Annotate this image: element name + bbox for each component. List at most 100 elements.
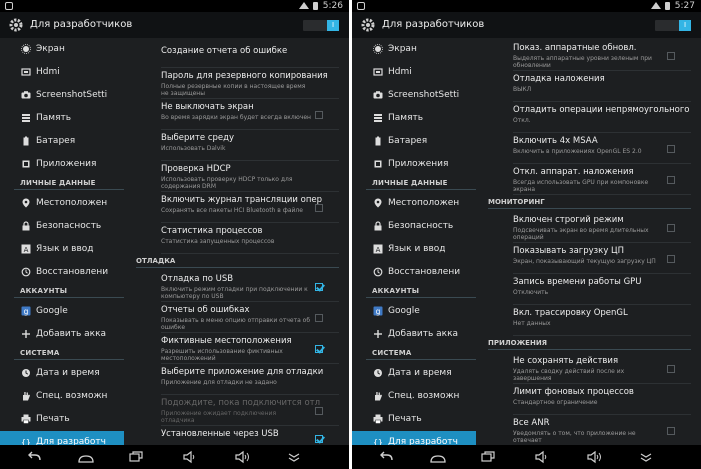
- sidebar-item-battery[interactable]: Батарея: [0, 130, 124, 153]
- recents-icon[interactable]: [128, 450, 144, 464]
- preference-item[interactable]: Пароль для резервного копирования Полные …: [161, 71, 339, 97]
- preference-checkbox[interactable]: [667, 224, 675, 232]
- camera-icon: [373, 91, 383, 99]
- back-icon[interactable]: [26, 450, 42, 464]
- preference-item[interactable]: Включить 4x MSAA Включить в приложениях O…: [513, 136, 691, 155]
- preference-item[interactable]: Все ANR Уведомлять о том, что приложение …: [513, 418, 691, 444]
- preference-item[interactable]: Включить журнал трансляции опер Сохранять…: [161, 195, 339, 214]
- sidebar-item-storage[interactable]: Память: [352, 107, 476, 130]
- preference-item[interactable]: Отчеты об ошибках Показывать в меню опцию…: [161, 305, 339, 331]
- sidebar-item-plus[interactable]: Добавить акка: [0, 323, 124, 346]
- preference-item[interactable]: Подождите, пока подключится отл Приложени…: [161, 398, 339, 424]
- sidebar-item-label: Память: [388, 113, 424, 123]
- restore-icon: [21, 267, 31, 277]
- sidebar-item-language[interactable]: A Язык и ввод: [352, 238, 476, 261]
- preference-checkbox[interactable]: [315, 111, 323, 119]
- preference-item[interactable]: Вкл. трассировку OpenGL Нет данных: [513, 308, 691, 327]
- sidebar-item-battery[interactable]: Батарея: [352, 130, 476, 153]
- home-icon[interactable]: [78, 450, 94, 464]
- sidebar-item-apps[interactable]: Приложения: [352, 153, 476, 176]
- preference-item[interactable]: Установленные через USB: [161, 429, 339, 440]
- chevron-down-icon[interactable]: [286, 450, 302, 464]
- developer-options-toggle[interactable]: I: [655, 20, 691, 31]
- volume-up-icon[interactable]: [234, 450, 250, 464]
- preference-item[interactable]: Отладка наложения ВЫКЛ: [513, 74, 691, 93]
- preference-divider: [513, 132, 691, 133]
- sidebar-item-language[interactable]: A Язык и ввод: [0, 238, 124, 261]
- sidebar-item-restore[interactable]: Восстановлени: [0, 261, 124, 284]
- preference-checkbox[interactable]: [667, 365, 675, 373]
- preference-item[interactable]: Включен строгий режим Подсвечивать экран …: [513, 215, 691, 241]
- recents-icon[interactable]: [480, 450, 496, 464]
- sidebar-item-camera[interactable]: ScreenshotSetti: [352, 84, 476, 107]
- preference-item[interactable]: Не сохранять действия Удалять сводку дейс…: [513, 356, 691, 382]
- preference-item[interactable]: Фиктивные местоположения Разрешить исполь…: [161, 336, 339, 362]
- sidebar-item-camera[interactable]: ScreenshotSetti: [0, 84, 124, 107]
- preference-divider: [513, 304, 691, 305]
- sidebar-item-print[interactable]: Печать: [0, 408, 124, 431]
- home-icon[interactable]: [430, 450, 446, 464]
- developer-options-toggle[interactable]: I: [303, 20, 339, 31]
- sidebar-item-lock[interactable]: Безопасность: [0, 215, 124, 238]
- preference-divider: [161, 129, 339, 130]
- preference-item[interactable]: Отладить операции непрямоугольного усе От…: [513, 105, 691, 124]
- sidebar-item-code[interactable]: {} Для разработч: [352, 431, 476, 445]
- sidebar-item-lock[interactable]: Безопасность: [352, 215, 476, 238]
- preference-checkbox[interactable]: [315, 204, 323, 212]
- sidebar-item-clock[interactable]: Дата и время: [0, 362, 124, 385]
- back-icon[interactable]: [378, 450, 394, 464]
- sidebar-item-label: ScreenshotSetti: [36, 90, 108, 100]
- sidebar-item-storage[interactable]: Память: [0, 107, 124, 130]
- preference-item[interactable]: Отладка по USB Включить режим отладки при…: [161, 274, 339, 300]
- sidebar-item-code[interactable]: {} Для разработч: [0, 431, 124, 445]
- sidebar-item-brightness[interactable]: Экран: [352, 38, 476, 61]
- apps-icon: [22, 160, 30, 168]
- sidebar-item-location[interactable]: Местоположен: [0, 192, 124, 215]
- sidebar-item-plus[interactable]: Добавить акка: [352, 323, 476, 346]
- sidebar-item-apps[interactable]: Приложения: [0, 153, 124, 176]
- preference-item[interactable]: Проверка HDCP Использовать проверку HDCP …: [161, 164, 339, 190]
- sidebar-item-restore[interactable]: Восстановлени: [352, 261, 476, 284]
- preference-checkbox[interactable]: [315, 407, 323, 415]
- preference-item[interactable]: Запись времени работы GPU Отключить: [513, 277, 691, 296]
- preference-checkbox[interactable]: [315, 345, 323, 353]
- sidebar-item-label: Добавить акка: [36, 329, 107, 339]
- preference-item[interactable]: Выберите среду Использовать Dalvik: [161, 133, 339, 152]
- sidebar-item-print[interactable]: Печать: [352, 408, 476, 431]
- preference-item[interactable]: Лимит фоновых процессов Стандартное огран…: [513, 387, 691, 406]
- storage-icon: [22, 114, 30, 122]
- preference-checkbox[interactable]: [315, 283, 323, 291]
- volume-down-icon[interactable]: [534, 450, 550, 464]
- chevron-down-icon[interactable]: [638, 450, 654, 464]
- sidebar-item-google[interactable]: g Google: [0, 300, 124, 323]
- sidebar-item-google[interactable]: g Google: [352, 300, 476, 323]
- developer-options-list: Показ. аппаратные обновл. Выделять аппара…: [476, 38, 701, 445]
- sidebar-item-label: Для разработч: [36, 437, 106, 445]
- sidebar-item-hdmi[interactable]: Hdmi: [352, 61, 476, 84]
- sidebar-item-hand[interactable]: Спец. возможн: [352, 385, 476, 408]
- preference-checkbox[interactable]: [315, 435, 323, 443]
- preference-summary: Стандартное ограничение: [513, 399, 598, 406]
- preference-checkbox[interactable]: [667, 427, 675, 435]
- preference-item[interactable]: Создание отчета об ошибке: [161, 46, 339, 57]
- preference-item[interactable]: Выберите приложение для отладки Приложени…: [161, 367, 339, 386]
- section-divider: [366, 359, 476, 360]
- sidebar-item-brightness[interactable]: Экран: [0, 38, 124, 61]
- preference-checkbox[interactable]: [667, 145, 675, 153]
- preference-item[interactable]: Откл. аппарат. наложения Всегда использов…: [513, 167, 691, 193]
- preference-checkbox[interactable]: [667, 255, 675, 263]
- preference-checkbox[interactable]: [315, 314, 323, 322]
- sidebar-item-hdmi[interactable]: Hdmi: [0, 61, 124, 84]
- volume-up-icon[interactable]: [586, 450, 602, 464]
- preference-item[interactable]: Показ. аппаратные обновл. Выделять аппара…: [513, 43, 691, 69]
- sidebar-section-header: СИСТЕМА: [20, 349, 60, 357]
- preference-item[interactable]: Не выключать экран Во время зарядки экран…: [161, 102, 339, 121]
- volume-down-icon[interactable]: [182, 450, 198, 464]
- sidebar-item-clock[interactable]: Дата и время: [352, 362, 476, 385]
- preference-item[interactable]: Показывать загрузку ЦП Экран, показывающи…: [513, 246, 691, 265]
- sidebar-item-hand[interactable]: Спец. возможн: [0, 385, 124, 408]
- preference-checkbox[interactable]: [667, 176, 675, 184]
- sidebar-item-location[interactable]: Местоположен: [352, 192, 476, 215]
- preference-item[interactable]: Статистика процессов Статистика запущенны…: [161, 226, 339, 245]
- preference-checkbox[interactable]: [667, 52, 675, 60]
